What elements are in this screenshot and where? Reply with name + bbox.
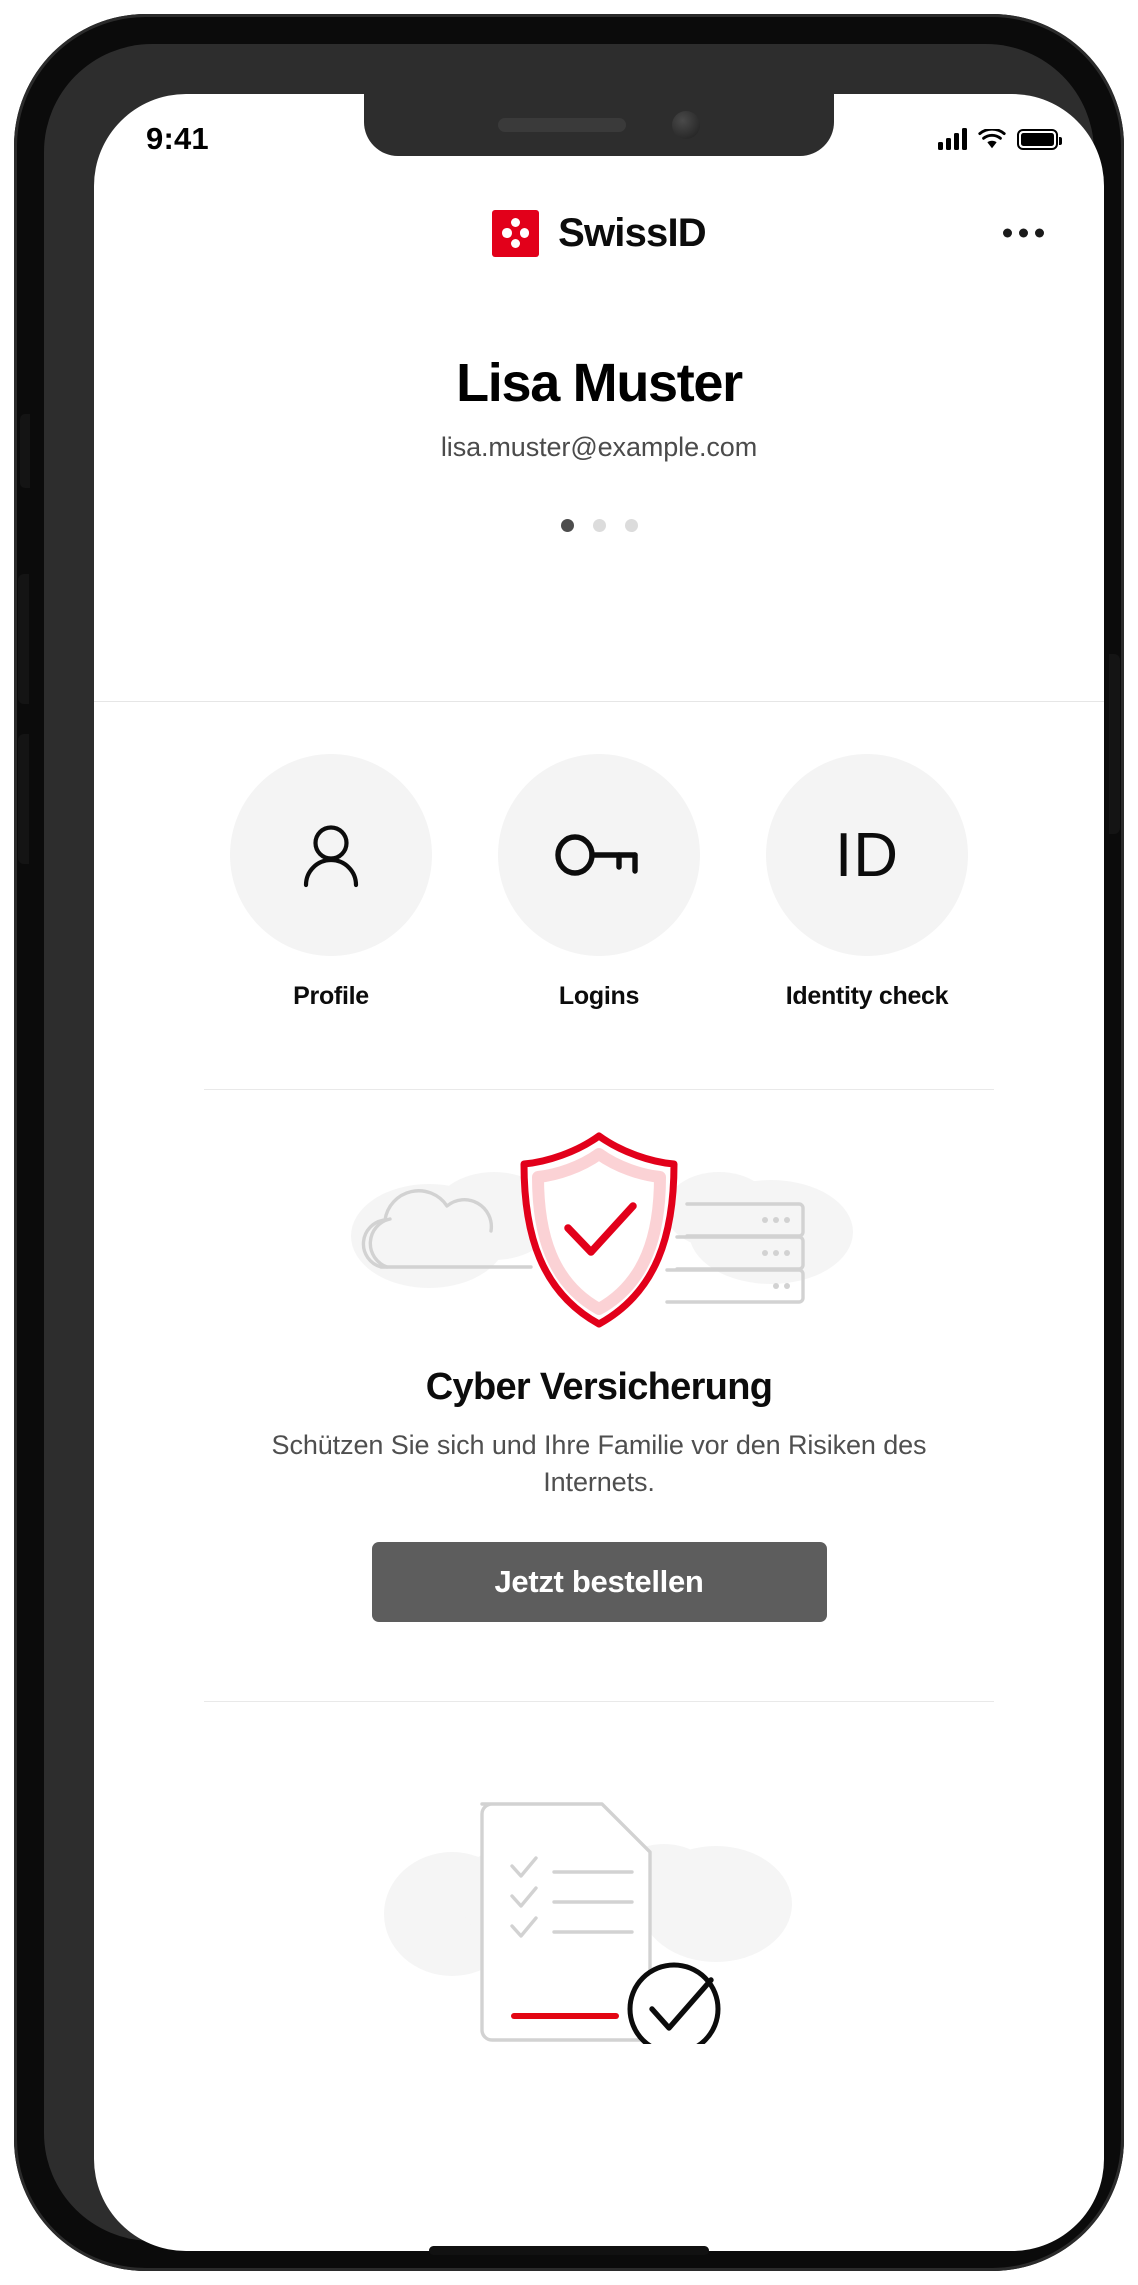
person-icon: [303, 825, 359, 888]
volume-up-button[interactable]: [18, 574, 29, 704]
quick-action-circle: [498, 754, 700, 956]
brand-logo: SwissID: [492, 209, 707, 257]
promo-card-secondary: [94, 1754, 1104, 2044]
quick-action-logins[interactable]: Logins: [498, 754, 700, 1011]
profile-email: lisa.muster@example.com: [440, 432, 758, 462]
quick-action-label: Identity check: [785, 982, 949, 1010]
power-button[interactable]: [1109, 654, 1120, 834]
quick-action-label: Logins: [558, 982, 640, 1010]
shield-check-cloud-server-icon: [351, 1132, 853, 1328]
order-now-button[interactable]: Jetzt bestellen: [371, 1541, 827, 1622]
quick-actions: Profile Logins ID Identity check: [94, 754, 1104, 1011]
phone-bezel: 9:41 SwissID Lisa Muster lisa.muster@exa…: [44, 44, 1104, 2251]
carousel-pagination[interactable]: [94, 519, 1104, 532]
swissid-logo-icon: [492, 209, 540, 257]
carousel-dot-1[interactable]: [560, 519, 574, 532]
carousel-dot-2[interactable]: [592, 519, 606, 532]
promo-description: Schützen Sie sich und Ihre Familie vor d…: [271, 1430, 927, 1498]
quick-action-circle: [230, 754, 432, 956]
promo-illustration: [94, 1114, 1104, 1344]
phone-screen: 9:41 SwissID Lisa Muster lisa.muster@exa…: [94, 94, 1104, 2251]
profile-name: Lisa Muster: [456, 353, 743, 413]
phone-frame: 9:41 SwissID Lisa Muster lisa.muster@exa…: [14, 14, 1124, 2271]
carousel-dot-3[interactable]: [624, 519, 638, 532]
document-checklist-verified-icon: [384, 1802, 792, 2044]
more-options-icon[interactable]: [991, 217, 1056, 250]
key-icon: [555, 834, 638, 876]
cellular-signal-icon: [938, 128, 967, 150]
promo-card-cyber: Cyber Versicherung Schützen Sie sich und…: [94, 1114, 1104, 1622]
earpiece-speaker: [498, 118, 626, 132]
mute-switch[interactable]: [20, 414, 30, 488]
status-icons: [938, 128, 1062, 150]
home-indicator: [429, 2246, 709, 2255]
profile-card: Lisa Muster lisa.muster@example.com: [94, 294, 1104, 532]
status-time: 9:41: [146, 121, 209, 156]
battery-full-icon: [1017, 128, 1062, 150]
brand-name: SwissID: [558, 210, 707, 255]
wifi-icon: [978, 128, 1006, 148]
divider: [204, 1089, 994, 1090]
promo-title: Cyber Versicherung: [425, 1366, 773, 1408]
divider: [204, 1701, 994, 1702]
front-camera-icon: [672, 111, 700, 139]
quick-action-label: Profile: [293, 982, 369, 1010]
quick-action-circle: ID: [766, 754, 968, 956]
app-header: SwissID: [94, 172, 1104, 294]
divider: [94, 701, 1104, 702]
phone-notch: [364, 94, 834, 156]
quick-action-identity-check[interactable]: ID Identity check: [766, 754, 968, 1011]
quick-action-profile[interactable]: Profile: [230, 754, 432, 1011]
volume-down-button[interactable]: [18, 734, 29, 864]
id-icon: ID: [835, 820, 899, 890]
